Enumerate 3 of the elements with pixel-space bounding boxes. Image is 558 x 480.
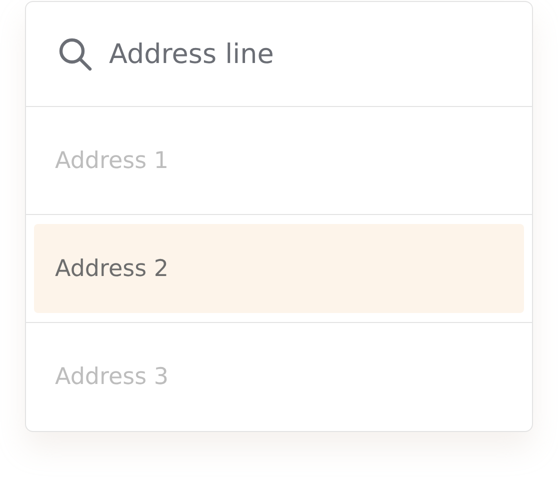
address-option[interactable]: Address 2: [34, 224, 524, 313]
search-icon: [57, 36, 93, 72]
search-field[interactable]: Address line: [109, 38, 489, 70]
